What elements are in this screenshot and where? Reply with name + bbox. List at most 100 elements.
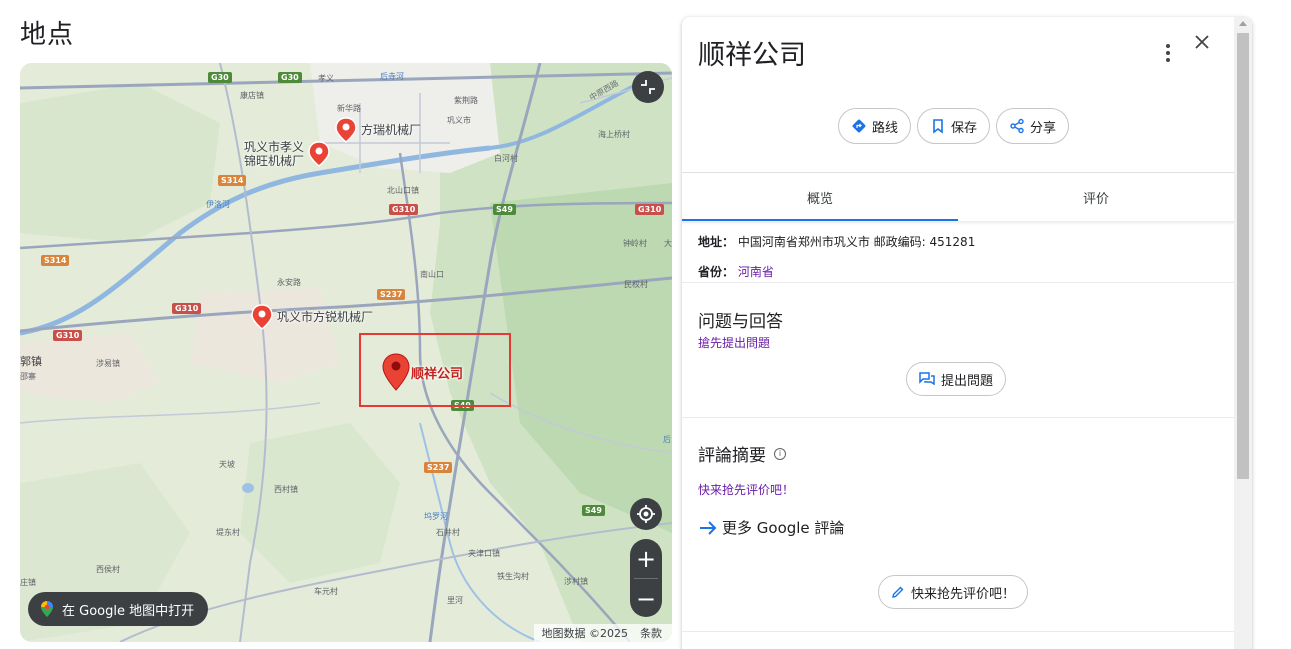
- place-details-panel: 顺祥公司 路线 保存 分享 概览 评价 地址： 中国河南省郑州市巩义市 邮政编码…: [682, 17, 1252, 649]
- province-key: 省份：: [698, 265, 735, 279]
- tab-bar: 概览 评价: [682, 172, 1234, 221]
- road-badge: S237: [377, 289, 406, 300]
- ask-question-label: 提出問題: [941, 373, 994, 389]
- map-label: 新华路: [337, 104, 361, 113]
- map-label: 海上桥村: [598, 130, 630, 139]
- write-review-label: 快来抢先评价吧！: [911, 586, 1016, 602]
- map-label: 堤东村: [216, 528, 240, 537]
- map-label: 后寺河: [380, 72, 404, 81]
- map-label: 南山口: [420, 270, 444, 279]
- crosshair-icon: [637, 505, 655, 523]
- attribution-text: 地图数据 ©2025: [541, 627, 629, 640]
- road-badge: G310: [389, 204, 419, 215]
- ask-first-link[interactable]: 搶先提出問題: [698, 334, 770, 351]
- close-icon: [1195, 35, 1209, 49]
- map-label: 白河村: [494, 154, 518, 163]
- map-pin-icon: [308, 141, 330, 167]
- collapse-map-button[interactable]: [632, 71, 664, 103]
- map-poi[interactable]: 方瑞机械厂: [335, 117, 421, 143]
- map-label: 巩义市: [447, 116, 471, 125]
- road-badge: S314: [218, 175, 247, 186]
- directions-icon: [852, 119, 866, 133]
- ask-question-button[interactable]: 提出問題: [906, 362, 1007, 396]
- divider: [682, 631, 1234, 632]
- map-label: 大: [664, 239, 672, 248]
- road-badge: G310: [53, 330, 83, 341]
- map-attribution: 地图数据 ©2025 条款: [533, 624, 672, 642]
- my-location-button[interactable]: [630, 498, 662, 530]
- map-pin-icon: [251, 304, 273, 330]
- map-label: 里河: [447, 596, 463, 605]
- road-badge: S49: [493, 204, 516, 215]
- share-label: 分享: [1030, 120, 1057, 136]
- zoom-in-button[interactable]: +: [630, 539, 662, 578]
- tab-overview[interactable]: 概览: [682, 173, 958, 221]
- save-button[interactable]: 保存: [917, 108, 991, 144]
- share-button[interactable]: 分享: [996, 108, 1070, 144]
- zoom-controls: + −: [630, 539, 662, 617]
- map-poi[interactable]: 巩义市孝义 锦旺机械厂: [244, 140, 330, 168]
- map-label: 郭镇: [20, 355, 42, 368]
- qa-title: 问题与回答: [698, 312, 783, 332]
- terms-link[interactable]: 条款: [640, 625, 662, 641]
- panel-scrollbar[interactable]: [1234, 17, 1252, 649]
- tab-shadow: [682, 221, 1234, 225]
- open-in-maps-label: 在 Google 地图中打开: [62, 603, 195, 619]
- map-view[interactable]: 孝义 后寺河 康店镇 新华路 紫荆路 巩义市 海上桥村 白河村 中原西路 北山口…: [20, 63, 672, 642]
- province-link[interactable]: 河南省: [738, 265, 774, 279]
- directions-label: 路线: [872, 120, 899, 136]
- highlight-box: [359, 333, 511, 407]
- map-label: 北山口镇: [387, 186, 419, 195]
- chat-icon: [919, 372, 935, 386]
- address-value: 中国河南省郑州市巩义市 邮政编码: 451281: [737, 235, 976, 249]
- road-badge: S237: [424, 462, 453, 473]
- dot: [1166, 51, 1170, 55]
- road-badge: G30: [208, 72, 232, 83]
- map-label: 天坡: [219, 460, 235, 469]
- map-label: 夹津口镇: [468, 549, 500, 558]
- province-row: 省份： 河南省: [698, 263, 774, 280]
- map-base-layer: [20, 63, 672, 642]
- dot: [1166, 44, 1170, 48]
- map-label: 康店镇: [240, 91, 264, 100]
- road-badge: G30: [278, 72, 302, 83]
- info-icon[interactable]: i: [774, 447, 786, 460]
- map-label: 涉易镇: [96, 359, 120, 368]
- address-key: 地址：: [698, 235, 735, 249]
- map-label: 车元村: [314, 587, 338, 596]
- map-label: 孝义: [318, 74, 334, 83]
- tab-reviews[interactable]: 评价: [958, 173, 1234, 221]
- map-label: 西侯村: [96, 565, 120, 574]
- share-icon: [1010, 118, 1024, 134]
- dot: [1166, 58, 1170, 62]
- road-badge: G310: [635, 204, 665, 215]
- map-label: 庄镇: [20, 578, 36, 587]
- map-label: 紫荆路: [454, 96, 478, 105]
- action-buttons: 路线 保存 分享: [838, 108, 1070, 144]
- map-label: 钟岭村: [623, 239, 647, 248]
- collapse-icon: [641, 80, 655, 94]
- arrow-right-icon: [700, 520, 717, 535]
- directions-button[interactable]: 路线: [838, 108, 912, 144]
- map-pin-icon: [335, 117, 357, 143]
- poi-label: 巩义市孝义 锦旺机械厂: [244, 140, 305, 168]
- place-title: 顺祥公司: [698, 40, 806, 71]
- review-summary-title: 評論摘要: [698, 446, 766, 466]
- map-poi[interactable]: 巩义市方锐机械厂: [251, 304, 373, 330]
- scroll-up-arrow-icon[interactable]: [1239, 21, 1247, 26]
- section-title: 地点: [20, 20, 75, 50]
- more-reviews-link[interactable]: 更多 Google 評論: [698, 517, 844, 538]
- zoom-out-button[interactable]: −: [630, 579, 662, 618]
- review-first-link[interactable]: 快来抢先评价吧！: [698, 481, 794, 498]
- write-review-button[interactable]: 快来抢先评价吧！: [878, 575, 1029, 609]
- page: 地点 孝义 后寺河 康店镇 新华路 紫荆路 巩义市 海上桥村 白河村 中原西路 …: [0, 0, 1291, 649]
- map-label: 邵寨: [20, 372, 36, 381]
- pencil-icon: [892, 586, 904, 598]
- more-reviews-label: 更多 Google 評論: [722, 519, 845, 537]
- scroll-thumb[interactable]: [1237, 33, 1249, 479]
- road-badge: S49: [582, 505, 605, 516]
- poi-label: 巩义市方锐机械厂: [277, 310, 374, 324]
- open-in-google-maps-button[interactable]: 在 Google 地图中打开: [28, 592, 209, 626]
- more-options-button[interactable]: [1160, 41, 1176, 65]
- close-button[interactable]: [1194, 33, 1210, 55]
